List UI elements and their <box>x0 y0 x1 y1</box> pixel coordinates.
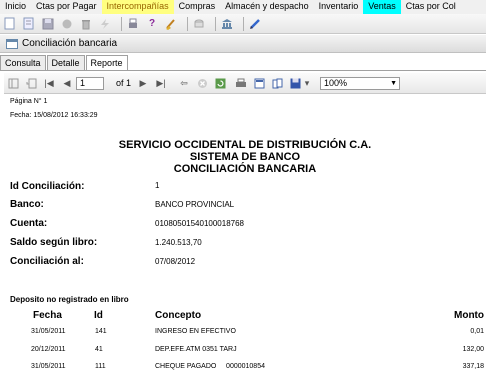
page-number-input[interactable]: 1 <box>76 76 104 90</box>
cell-monto: 132,00 <box>462 346 484 353</box>
book-balance-value: 1.240.513,70 <box>155 238 202 247</box>
page-count-label: of 1 <box>116 78 132 88</box>
cell-id: 141 <box>95 328 107 335</box>
toolbar-divider <box>215 16 216 31</box>
column-header-fecha: Fecha <box>33 310 62 321</box>
window-form-icon <box>6 38 18 49</box>
page-setup-icon[interactable] <box>271 77 283 89</box>
conciliation-date-value: 07/08/2012 <box>155 257 196 266</box>
pen-icon[interactable] <box>248 17 262 31</box>
cell-id: 41 <box>95 346 103 353</box>
menu-inicio[interactable]: Inicio <box>0 0 31 14</box>
main-menu-bar: Inicio Ctas por Pagar Intercompañías Com… <box>0 0 486 14</box>
system-name: SISTEMA DE BANCO <box>189 151 301 163</box>
cell-id: 111 <box>95 363 106 370</box>
report-viewer-toolbar: |◀ ◀ 1 of 1 ▶ ▶| ⇦ ▾ 100% ▼ <box>4 73 486 94</box>
parent-report-icon[interactable] <box>25 77 37 89</box>
cell-concepto: DEP.EFE.ATM 0351 TARJ <box>155 346 237 353</box>
first-page-icon[interactable]: |◀ <box>43 77 55 89</box>
tab-consulta[interactable]: Consulta <box>0 55 46 70</box>
window-title: Conciliación bancaria <box>22 38 118 49</box>
column-header-monto: Monto <box>454 310 484 321</box>
section-title: Deposito no registrado en libro <box>10 295 129 304</box>
cell-fecha: 31/05/2011 <box>31 363 66 370</box>
tab-divider <box>0 70 486 71</box>
conciliation-date-label: Conciliación al: <box>10 256 84 267</box>
menu-ventas[interactable]: Ventas <box>363 0 401 14</box>
bank-label: Banco: <box>10 199 44 210</box>
delete-trash-icon[interactable] <box>79 17 93 31</box>
column-header-concepto: Concepto <box>155 310 202 321</box>
previous-page-icon[interactable]: ◀ <box>61 77 73 89</box>
cell-monto: 337,18 <box>462 363 484 370</box>
page-number-label: Página N° 1 <box>10 98 48 105</box>
menu-inventario[interactable]: Inventario <box>314 0 364 14</box>
next-page-icon[interactable]: ▶ <box>137 77 149 89</box>
book-balance-label: Saldo según libro: <box>10 237 98 248</box>
tab-reporte[interactable]: Reporte <box>85 55 128 71</box>
menu-compras[interactable]: Compras <box>174 0 221 14</box>
record-icon[interactable] <box>60 17 74 31</box>
save-disk-icon[interactable] <box>41 17 55 31</box>
print-report-icon[interactable] <box>235 77 247 89</box>
menu-ctas-por-pagar[interactable]: Ctas por Pagar <box>31 0 102 14</box>
id-conciliacion-value: 1 <box>155 181 160 190</box>
id-conciliacion-label: Id Conciliación: <box>10 181 85 192</box>
bank-value: BANCO PROVINCIAL <box>155 200 235 209</box>
stack-icon[interactable] <box>192 17 206 31</box>
tab-strip: Consulta Detalle Reporte <box>0 55 129 71</box>
clear-broom-icon[interactable] <box>164 17 178 31</box>
print-icon[interactable] <box>126 17 140 31</box>
column-header-id: Id <box>94 310 103 321</box>
print-layout-icon[interactable] <box>253 77 265 89</box>
menu-intercompanias[interactable]: Intercompañías <box>101 0 174 14</box>
account-value: 01080501540100018768 <box>155 219 244 228</box>
report-title: CONCILIACIÓN BANCARIA <box>173 163 317 175</box>
document-map-icon[interactable] <box>7 77 19 89</box>
company-name: SERVICIO OCCIDENTAL DE DISTRIBUCIÓN C.A. <box>118 139 372 151</box>
open-doc-icon[interactable] <box>22 17 36 31</box>
back-icon[interactable]: ⇦ <box>178 77 190 89</box>
flash-icon[interactable] <box>98 17 112 31</box>
bank-icon[interactable] <box>220 17 234 31</box>
menu-ctas-por-cobrar[interactable]: Ctas por Col <box>401 0 461 14</box>
cell-fecha: 20/12/2011 <box>31 346 66 353</box>
export-save-icon[interactable] <box>289 77 301 89</box>
chevron-down-icon: ▼ <box>390 79 398 87</box>
tab-detalle[interactable]: Detalle <box>46 55 85 70</box>
cell-fecha: 31/05/2011 <box>31 328 66 335</box>
menu-almacen-despacho[interactable]: Almacén y despacho <box>220 0 314 14</box>
new-doc-icon[interactable] <box>3 17 17 31</box>
window-title-bar: Conciliación bancaria <box>0 35 486 53</box>
toolbar-divider <box>187 16 188 31</box>
toolbar-divider <box>121 16 122 31</box>
last-page-icon[interactable]: ▶| <box>155 77 167 89</box>
export-dropdown-icon[interactable]: ▾ <box>304 77 310 89</box>
report-page: Página N° 1 Fecha: 15/08/2012 16:33:29 S… <box>4 94 486 376</box>
refresh-icon[interactable] <box>214 77 226 89</box>
account-label: Cuenta: <box>10 218 48 229</box>
cell-monto: 0,01 <box>470 328 484 335</box>
help-icon[interactable]: ? <box>145 17 159 31</box>
print-date-label: Fecha: 15/08/2012 16:33:29 <box>10 112 98 119</box>
main-toolbar: ? <box>0 14 486 34</box>
cell-concepto: CHEQUE PAGADO 0000010854 <box>155 363 265 370</box>
zoom-value: 100% <box>324 78 348 88</box>
zoom-select[interactable]: 100% ▼ <box>320 76 401 90</box>
cell-concepto: INGRESO EN EFECTIVO <box>155 328 236 335</box>
toolbar-divider <box>243 16 244 31</box>
stop-icon[interactable] <box>196 77 208 89</box>
